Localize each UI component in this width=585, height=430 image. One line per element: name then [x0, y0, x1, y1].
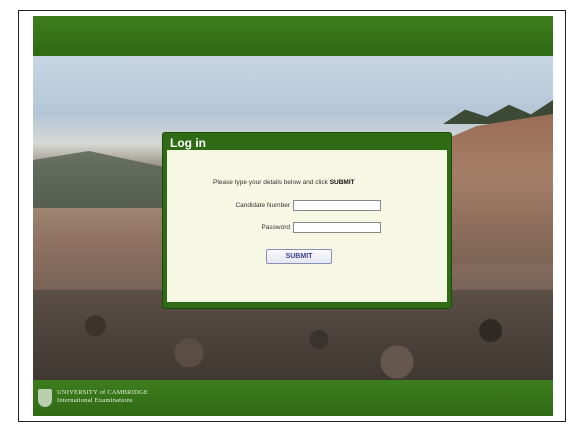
org-line-2: International Examinations: [57, 397, 133, 404]
login-instructions: Please type your details below and click…: [213, 179, 355, 186]
login-title: Log in: [170, 136, 206, 150]
university-logo-text: UNIVERSITY of CAMBRIDGE International Ex…: [57, 389, 148, 405]
password-input[interactable]: [293, 222, 381, 233]
photo-hills: [33, 151, 173, 208]
login-panel: Log in Please type your details below an…: [163, 133, 451, 308]
header-bar: [33, 16, 553, 56]
instructions-text: Please type your details below and click: [213, 179, 330, 186]
footer-bar: UNIVERSITY of CAMBRIDGE International Ex…: [33, 380, 553, 416]
university-crest-icon: [38, 389, 52, 407]
org-line-1: UNIVERSITY of CAMBRIDGE: [57, 389, 149, 396]
candidate-number-input[interactable]: [293, 200, 381, 211]
submit-button[interactable]: SUBMIT: [266, 249, 332, 264]
candidate-number-label: Candidate Number: [235, 202, 290, 209]
login-form: Please type your details below and click…: [167, 150, 447, 302]
password-label: Password: [261, 224, 290, 231]
instructions-emphasis: SUBMIT: [329, 179, 355, 186]
